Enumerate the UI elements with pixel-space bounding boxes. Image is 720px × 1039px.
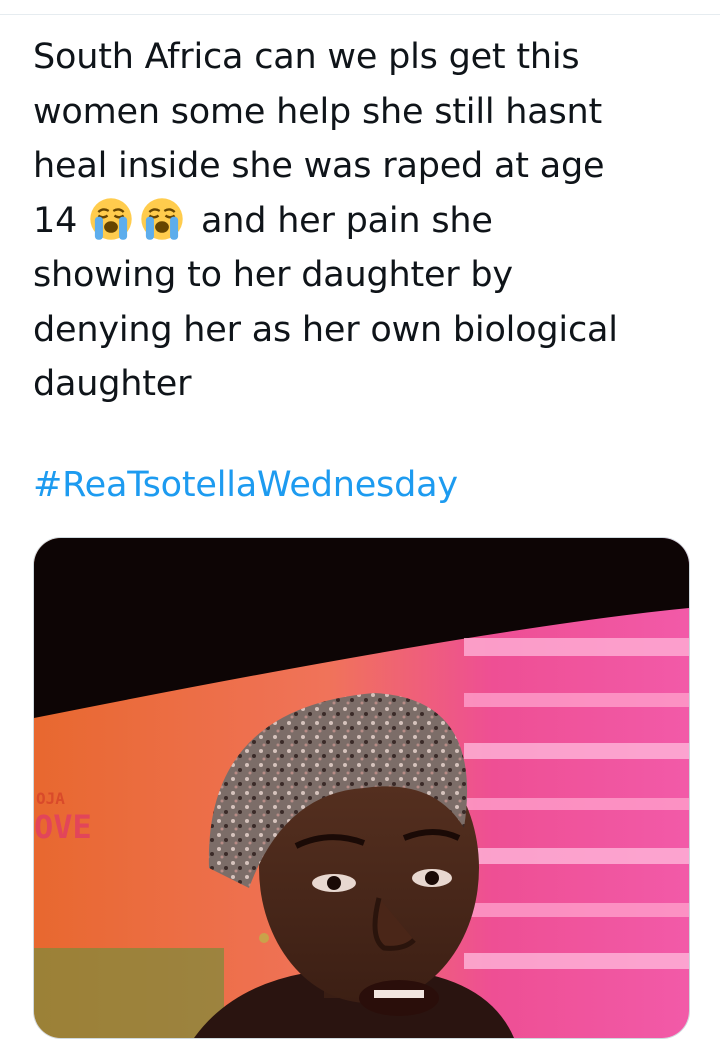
tweet-media-image[interactable]: OJA OVE [33, 537, 690, 1039]
tweet-line-age: 14 [33, 200, 78, 241]
tv-screenshot-photo: OJA OVE [34, 538, 689, 1038]
tweet-line-with-emoji: 14 and her pain she [33, 194, 693, 249]
tweet-text: South Africa can we pls get this women s… [33, 30, 693, 412]
tweet-line: South Africa can we pls get this [33, 37, 580, 77]
tweet-line: showing to her daughter by [33, 255, 513, 295]
tweet-line: women some help she still hasnt [33, 91, 603, 132]
loudly-crying-face-icon [141, 197, 183, 240]
top-divider [0, 14, 720, 15]
watermark-line-1: OJA [36, 789, 65, 808]
tweet-line: heal inside she was raped at age [33, 146, 605, 186]
tweet-line-pain: and her pain she [201, 200, 493, 241]
tweet-line: denying her as her own biological [33, 309, 618, 350]
loudly-crying-face-icon [90, 197, 132, 240]
hashtag-link[interactable]: #ReaTsotellaWednesday [33, 458, 458, 512]
watermark-line-2: OVE [34, 808, 92, 846]
tweet-line: daughter [33, 364, 192, 404]
